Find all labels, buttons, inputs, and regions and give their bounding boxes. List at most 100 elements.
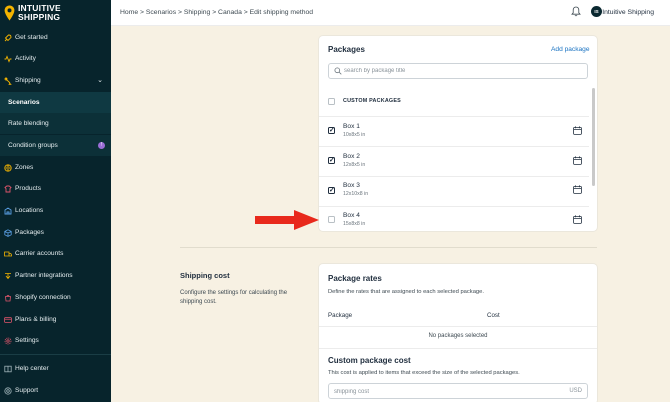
sidebar-item-locations[interactable]: Locations <box>0 200 111 221</box>
package-name: Box 3 <box>343 182 360 189</box>
bell-icon[interactable] <box>571 6 581 17</box>
alert-badge: ! <box>98 142 105 149</box>
sidebar-item-help-center[interactable]: Help center <box>0 358 111 379</box>
sidebar-item-label: Partner integrations <box>15 272 73 279</box>
sidebar-item-condition-groups[interactable]: Condition groups ! <box>0 135 111 156</box>
packages-title: Packages <box>328 45 365 54</box>
sidebar-item-packages[interactable]: Packages <box>0 222 111 243</box>
sidebar-item-rate-blending[interactable]: Rate blending <box>0 113 111 134</box>
package-dimensions: 12x10x8 in <box>343 191 369 197</box>
zones-icon <box>4 163 12 172</box>
sidebar-item-label: Get started <box>15 34 48 41</box>
package-checkbox[interactable] <box>328 156 335 164</box>
sidebar: INTUITIVE SHIPPING Get started Activity … <box>0 0 111 402</box>
shipping-cost-field[interactable]: USD <box>328 383 588 399</box>
support-icon <box>4 386 12 395</box>
sidebar-item-label: Rate blending <box>8 120 49 127</box>
packages-icon <box>4 228 12 237</box>
breadcrumb[interactable]: Home > Scenarios > Shipping > Canada > E… <box>120 9 313 16</box>
row-divider <box>319 146 589 147</box>
sidebar-item-get-started[interactable]: Get started <box>0 27 111 48</box>
sidebar-item-carrier-accounts[interactable]: Carrier accounts <box>0 243 111 264</box>
sidebar-item-label: Settings <box>15 337 39 344</box>
sidebar-item-partner-integrations[interactable]: Partner integrations <box>0 265 111 286</box>
locations-icon <box>4 206 12 215</box>
sidebar-item-label: Plans & billing <box>15 316 57 323</box>
sidebar-item-label: Locations <box>15 207 44 214</box>
sidebar-item-activity[interactable]: Activity <box>0 48 111 69</box>
brand-logo[interactable]: INTUITIVE SHIPPING <box>4 3 104 23</box>
avatar[interactable]: IS <box>591 6 602 17</box>
row-divider <box>319 348 597 349</box>
sidebar-item-products[interactable]: Products <box>0 178 111 199</box>
package-checkbox[interactable] <box>328 186 335 194</box>
activity-icon <box>4 54 12 63</box>
partner-icon <box>4 272 12 280</box>
search-input[interactable] <box>344 66 574 76</box>
sidebar-item-shopify-connection[interactable]: Shopify connection <box>0 287 111 308</box>
carrier-icon <box>4 250 12 258</box>
currency-label: USD <box>569 388 582 394</box>
calendar-icon[interactable] <box>573 156 582 165</box>
settings-icon <box>4 337 12 345</box>
sidebar-item-label: Shopify connection <box>15 294 71 301</box>
package-search[interactable] <box>328 63 588 79</box>
column-header-cost: Cost <box>487 312 500 319</box>
red-arrow-annotation <box>255 210 319 230</box>
calendar-icon[interactable] <box>573 215 582 224</box>
package-dimensions: 10x8x5 in <box>343 132 366 138</box>
row-divider <box>319 176 589 177</box>
sidebar-item-label: Shipping <box>15 77 41 84</box>
package-dimensions: 12x8x5 in <box>343 162 366 168</box>
sidebar-item-scenarios[interactable]: Scenarios <box>0 92 111 113</box>
scrollbar[interactable] <box>592 88 595 186</box>
calendar-icon[interactable] <box>573 126 582 135</box>
shipping-cost-input[interactable] <box>334 387 534 396</box>
location-pin-icon <box>4 5 15 21</box>
package-rates-subtitle: Define the rates that are assigned to ea… <box>328 289 484 295</box>
shipping-cost-title: Shipping cost <box>180 271 230 280</box>
add-package-link[interactable]: Add package <box>551 46 590 53</box>
select-all-checkbox[interactable] <box>328 98 335 105</box>
calendar-icon[interactable] <box>573 185 582 194</box>
sidebar-item-label: Scenarios <box>8 99 40 106</box>
billing-icon <box>4 316 12 324</box>
brand-name: INTUITIVE SHIPPING <box>18 3 61 22</box>
packages-card: Packages Add package CUSTOM PACKAGES Box… <box>319 36 597 231</box>
chevron-down-icon: ⌄ <box>97 77 103 84</box>
sidebar-item-label: Packages <box>15 229 44 236</box>
empty-state-text: No packages selected <box>428 333 488 339</box>
sidebar-item-label: Activity <box>15 55 36 62</box>
sidebar-item-support[interactable]: Support <box>0 380 111 401</box>
sidebar-item-plans-billing[interactable]: Plans & billing <box>0 309 111 330</box>
sidebar-divider <box>0 354 111 355</box>
row-divider <box>319 116 589 117</box>
top-bar: Home > Scenarios > Shipping > Canada > E… <box>111 0 670 26</box>
package-rates-title: Package rates <box>328 274 382 283</box>
help-icon <box>4 365 12 373</box>
sidebar-item-label: Support <box>15 387 39 394</box>
row-divider <box>319 206 589 207</box>
shopify-icon <box>4 294 12 302</box>
user-name[interactable]: Intuitive Shipping <box>602 9 654 16</box>
package-checkbox[interactable] <box>328 126 335 134</box>
sidebar-item-label: Zones <box>15 164 34 171</box>
package-rates-card: Package rates Define the rates that are … <box>319 264 597 402</box>
sidebar-item-label: Help center <box>15 365 49 372</box>
custom-package-cost-subtitle: This cost is applied to items that excee… <box>328 370 520 376</box>
sidebar-item-shipping[interactable]: Shipping ⌄ <box>0 70 111 91</box>
column-header-package: Package <box>328 312 353 319</box>
sidebar-item-label: Products <box>15 185 42 192</box>
products-icon <box>4 185 12 193</box>
row-divider <box>319 326 597 327</box>
shipping-cost-description: Configure the settings for calculating t… <box>180 290 288 305</box>
shipping-icon <box>4 77 12 85</box>
search-icon <box>334 67 342 75</box>
sidebar-item-label: Carrier accounts <box>15 250 64 257</box>
custom-packages-label: CUSTOM PACKAGES <box>343 98 401 104</box>
sidebar-item-settings[interactable]: Settings <box>0 330 111 351</box>
package-checkbox[interactable] <box>328 216 335 223</box>
package-name: Box 4 <box>343 212 360 219</box>
custom-package-cost-title: Custom package cost <box>328 356 411 365</box>
sidebar-item-zones[interactable]: Zones <box>0 157 111 178</box>
